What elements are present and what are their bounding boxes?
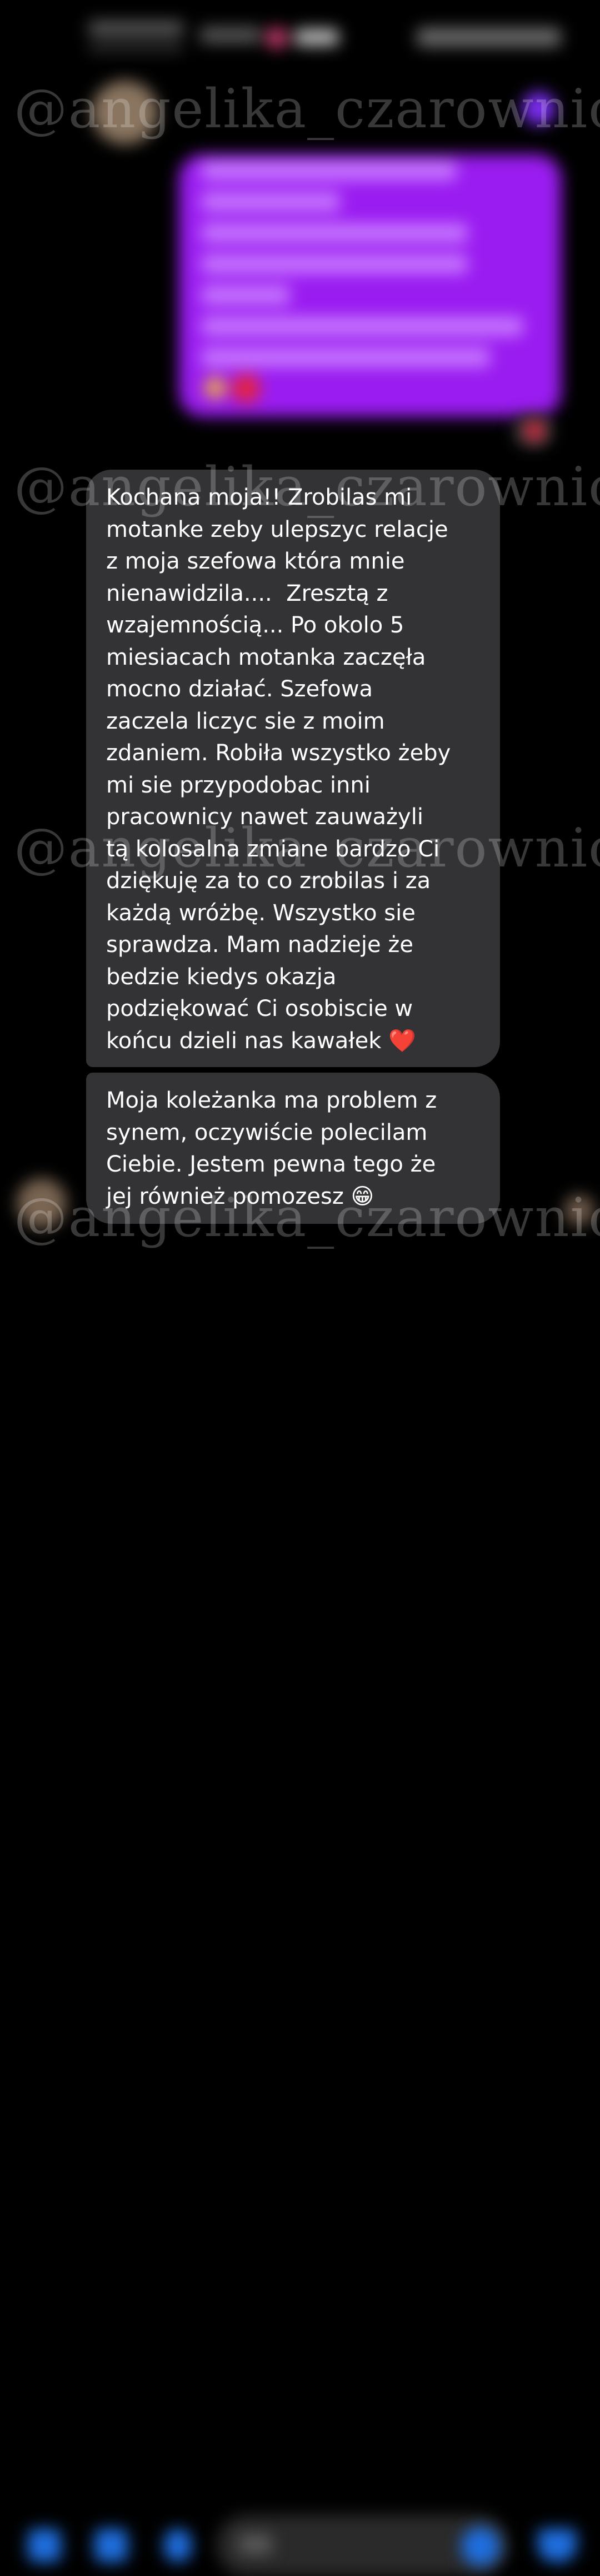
message-text: Kochana moja!! Zrobilas mi motanke zeby … [106, 485, 451, 1054]
emoji-icon[interactable] [461, 2527, 500, 2566]
call-icon[interactable] [522, 92, 556, 125]
gallery-icon[interactable] [94, 2529, 128, 2562]
sent-text-line [201, 223, 468, 242]
status-date [89, 43, 183, 51]
status-bar [0, 0, 600, 78]
message-text: Moja koleżanka ma problem z synem, oczyw… [106, 1088, 437, 1209]
sent-text-line [201, 286, 290, 305]
heart-emoji-icon [232, 374, 261, 403]
network-icon [200, 27, 261, 43]
status-time [89, 21, 183, 36]
wifi-icon [294, 29, 339, 46]
sent-text-line [201, 161, 457, 180]
battery-icon [417, 28, 561, 47]
sent-text-line [201, 317, 523, 336]
sent-text-line [201, 192, 340, 211]
mic-icon[interactable] [164, 2529, 192, 2562]
message-input-placeholder [239, 2534, 272, 2554]
heart-icon [525, 421, 544, 440]
like-icon[interactable] [538, 2529, 577, 2562]
received-message-bubble[interactable]: Kochana moja!! Zrobilas mi motanke zeby … [86, 470, 500, 1067]
contact-avatar[interactable] [92, 81, 158, 145]
sent-text-line [201, 255, 468, 273]
received-message-bubble[interactable]: Moja koleżanka ma problem z synem, oczyw… [86, 1073, 500, 1224]
sender-avatar[interactable] [17, 1178, 67, 1228]
camera-icon[interactable] [28, 2529, 61, 2562]
app-notification-icon [266, 27, 288, 49]
sent-message-bubble[interactable] [179, 155, 561, 417]
message-composer [0, 1250, 600, 2576]
seen-indicator-avatar [564, 1195, 594, 1225]
sent-text-line [201, 348, 490, 367]
pray-emoji-icon [204, 377, 226, 399]
